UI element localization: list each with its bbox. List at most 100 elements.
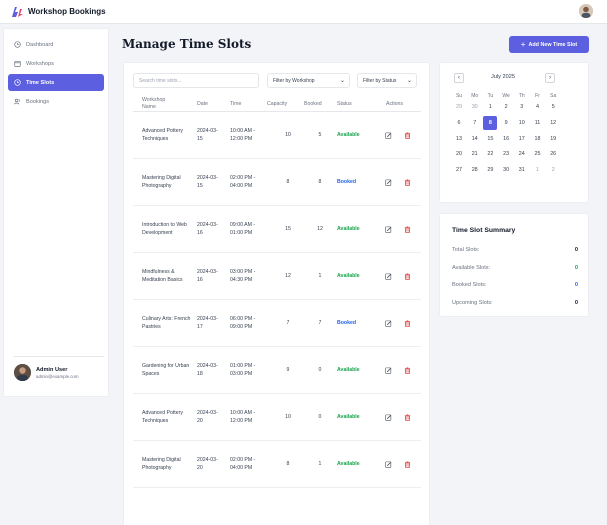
user-avatar-icon [14,364,31,381]
calendar-day[interactable]: 20 [452,148,466,160]
summary-title: Time Slot Summary [452,227,516,234]
calendar-day[interactable]: 27 [452,164,466,176]
add-time-slot-button[interactable]: + Add New Time Slot [509,36,589,53]
date-cell: 2024-03-20 [197,456,218,471]
calendar-day[interactable]: 1 [531,164,545,176]
sidebar-item-dashboard[interactable]: Dashboard [8,36,104,53]
calendar-day[interactable]: 30 [499,164,513,176]
app-title: Workshop Bookings [28,7,106,16]
calendar-day[interactable]: 9 [499,117,513,129]
search-input[interactable]: Search time slots... [133,73,259,88]
calendar-day[interactable]: 16 [499,133,513,145]
calendar-day[interactable]: 24 [515,148,529,160]
calendar-next-button[interactable]: › [545,73,555,83]
table-row: Advanced Pottery Techniques 2024-03-20 10:… [133,394,421,441]
calendar-day[interactable]: 29 [483,164,497,176]
user-profile[interactable]: Admin User admin@example.com [14,356,104,381]
delete-button[interactable] [403,300,411,347]
delete-button[interactable] [403,347,411,394]
calendar-day[interactable]: 25 [531,148,545,160]
summary-row: Available Slots: 0 [452,265,578,271]
calendar-day[interactable]: 29 [452,101,466,113]
date-cell: 2024-03-18 [197,362,218,377]
user-avatar-icon [579,4,593,18]
delete-button[interactable] [403,394,411,441]
edit-button[interactable] [384,347,392,394]
edit-button[interactable] [384,300,392,347]
calendar-day[interactable]: 31 [515,164,529,176]
sidebar-item-workshops[interactable]: Workshops [8,55,104,72]
calendar-day[interactable]: 12 [546,117,560,129]
calendar-day[interactable]: 1 [483,101,497,113]
status-filter-select[interactable]: Filter by Status ⌄ [357,73,417,88]
delete-button[interactable] [403,441,411,488]
delete-button[interactable] [403,159,411,206]
delete-button[interactable] [403,206,411,253]
calendar-day[interactable]: 6 [452,117,466,129]
calendar-day[interactable]: 10 [515,117,529,129]
booked-cell: 7 [318,319,322,326]
booked-cell: 1 [318,460,322,467]
calendar-day[interactable]: 15 [483,133,497,145]
table-row: Mindfulness & Meditation Basics 2024-03-1… [133,253,421,300]
trash-icon [404,132,410,139]
calendar-day[interactable]: 28 [468,164,482,176]
user-email: admin@example.com [36,373,79,379]
calendar-day[interactable]: 13 [452,133,466,145]
capacity-cell: 15 [285,225,291,232]
add-button-label: Add New Time Slot [528,41,578,48]
edit-button[interactable] [384,206,392,253]
sidebar-item-time-slots[interactable]: Time Slots [8,74,104,91]
column-header-date: Date [197,101,208,107]
calendar-day[interactable]: 23 [499,148,513,160]
calendar-day[interactable]: 2 [546,164,560,176]
calendar-day[interactable]: 17 [515,133,529,145]
edit-icon [384,367,391,374]
column-header-status: Status [337,101,352,107]
calendar-day[interactable]: 5 [546,101,560,113]
booked-cell: 8 [318,178,322,185]
edit-button[interactable] [384,394,392,441]
delete-button[interactable] [403,112,411,159]
time-cell: 10:00 AM - 12:00 PM [230,409,256,424]
date-cell: 2024-03-20 [197,409,218,424]
avatar[interactable] [579,4,593,18]
clock-icon [14,41,21,48]
workshop-name-cell: Advanced Pottery Techniques [142,409,183,424]
delete-button[interactable] [403,253,411,300]
workshop-name-cell: Mindfulness & Meditation Basics [142,268,183,283]
calendar-prev-button[interactable]: ‹ [454,73,464,83]
calendar-day[interactable]: 7 [468,117,482,129]
calendar-day[interactable]: 26 [546,148,560,160]
summary-card: Time Slot Summary Total Slots: 0 Available… [439,213,589,317]
workshop-name-cell: Culinary Arts: French Pastries [142,315,191,330]
top-bar: Workshop Bookings [0,0,607,24]
calendar-day-selected[interactable]: 8 [483,115,498,130]
edit-button[interactable] [384,441,392,488]
calendar-day[interactable]: 14 [468,133,482,145]
summary-value: 0 [574,282,578,288]
date-cell: 2024-03-16 [197,268,218,283]
sidebar-item-bookings[interactable]: Bookings [8,93,104,110]
edit-button[interactable] [384,159,392,206]
calendar-day[interactable]: 30 [468,101,482,113]
status-badge: Available [337,225,360,232]
status-badge: Booked [337,178,357,185]
calendar-day[interactable]: 19 [546,133,560,145]
lightning-logo-icon [12,6,23,17]
calendar-day[interactable]: 22 [483,148,497,160]
table-row: Mastering Digital Photography 2024-03-20 0… [133,441,421,488]
workshop-filter-select[interactable]: Filter by Workshop ⌄ [267,73,350,88]
calendar-day[interactable]: 21 [468,148,482,160]
calendar-day[interactable]: 3 [515,101,529,113]
trash-icon [404,273,410,280]
edit-button[interactable] [384,112,392,159]
calendar-day[interactable]: 11 [531,117,545,129]
calendar-day[interactable]: 4 [531,101,545,113]
calendar-day[interactable]: 18 [531,133,545,145]
capacity-cell: 10 [285,413,291,420]
chevron-down-icon: ⌄ [406,78,412,84]
edit-button[interactable] [384,253,392,300]
time-cell: 10:00 AM - 12:00 PM [230,127,256,142]
calendar-day[interactable]: 2 [499,101,513,113]
